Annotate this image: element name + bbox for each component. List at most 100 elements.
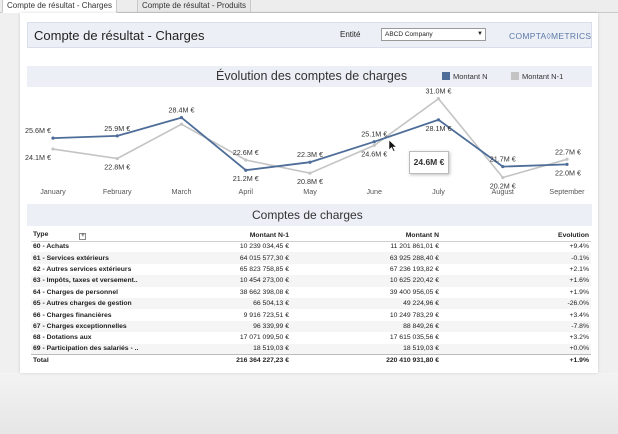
- cell-type: 62 - Autres services extérieurs: [33, 265, 132, 273]
- cell-montant-n-1: 96 339,99 €: [171, 320, 291, 333]
- mouse-pointer-icon: [389, 140, 397, 152]
- column-header-montant-n[interactable]: Montant N: [291, 230, 441, 242]
- column-header-type-label: Type: [33, 230, 49, 238]
- table-row[interactable]: 64 - Charges de personnel 38 662 398,08 €…: [31, 287, 591, 298]
- x-tick-label: January: [40, 187, 66, 196]
- column-header-evolution[interactable]: Evolution: [441, 230, 591, 242]
- cell-montant-n: 10 249 783,29 €: [389, 311, 439, 319]
- data-point[interactable]: [308, 160, 312, 164]
- table-total-row[interactable]: Total 216 364 227,23 €220 410 931,80 € +1.…: [31, 354, 591, 367]
- cell-montant-n-1: 17 071 099,50 €: [239, 334, 289, 342]
- cell-montant-n-1: 18 519,03 €: [171, 343, 291, 355]
- x-tick-label: July: [432, 187, 445, 196]
- table-row[interactable]: 61 - Services extérieurs 64 015 577,30 €6…: [31, 252, 591, 264]
- x-tick-label: September: [549, 187, 585, 196]
- table-header-row: Type + Montant N-1 Montant N Evolution: [31, 230, 591, 242]
- data-point[interactable]: [501, 164, 505, 169]
- cell-montant-n-1: 66 504,13 €: [171, 297, 291, 310]
- data-label: 22.3M €: [297, 150, 323, 159]
- table-row[interactable]: 62 - Autres services extérieurs 65 823 75…: [31, 264, 591, 275]
- column-header-type[interactable]: Type +: [31, 230, 171, 242]
- data-label: 31.0M €: [426, 87, 452, 96]
- dashboard: Compte de résultat - Charges Entité ABCD…: [20, 13, 598, 373]
- data-point[interactable]: [372, 143, 376, 147]
- cell-type: 68 - Dotations aux: [33, 334, 92, 342]
- data-point[interactable]: [115, 156, 119, 161]
- data-point[interactable]: [436, 97, 441, 101]
- x-tick-label: August: [492, 187, 514, 196]
- table-row[interactable]: 65 - Autres charges de gestion 66 504,13 …: [31, 297, 591, 310]
- cell-montant-n-1: 9 916 723,51 €: [243, 311, 289, 319]
- data-label: 25.9M €: [104, 124, 130, 133]
- cell-type: 64 - Charges de personnel: [33, 288, 118, 296]
- cell-evolution: -0.1%: [441, 252, 591, 264]
- tab-produits[interactable]: Compte de résultat - Produits: [137, 0, 252, 13]
- table-row[interactable]: 67 - Charges exceptionnelles 96 339,99 €8…: [31, 320, 591, 333]
- table-row[interactable]: 60 - Achats 10 239 034,45 € 11 201 861,01 …: [31, 241, 591, 252]
- expand-icon[interactable]: +: [79, 232, 87, 240]
- data-point[interactable]: [244, 158, 248, 162]
- cell-montant-n-1: 38 662 398,08 €: [239, 288, 289, 296]
- data-point[interactable]: [51, 147, 55, 151]
- data-point[interactable]: [436, 118, 441, 122]
- cell-evolution: +1.9%: [569, 288, 589, 296]
- data-label: 22.0M €: [555, 168, 581, 177]
- table-header: Comptes de charges: [27, 204, 592, 226]
- cell-evolution: +3.2%: [569, 334, 589, 342]
- cell-montant-n-1: 65 823 758,85 €: [239, 265, 289, 273]
- cell-montant-n: 11 201 861,01 €: [390, 243, 439, 251]
- table-row[interactable]: 63 - Impôts, taxes et versement.. 10 454 …: [31, 275, 591, 287]
- x-tick-label: February: [103, 187, 132, 196]
- data-label: 28.4M €: [169, 106, 195, 115]
- background-fade: [0, 373, 618, 434]
- data-point[interactable]: [51, 136, 55, 140]
- data-label: 25.6M €: [25, 126, 51, 135]
- cell-type: 60 - Achats: [33, 243, 70, 251]
- tab-bar: Compte de résultat - Charges Compte de r…: [0, 0, 618, 13]
- line-chart: 25.6M € 25.9M € 28.4M € 21.2M € 22.3M € 25.1M…: [25, 87, 585, 196]
- accounts-table: Type + Montant N-1 Montant N Evolution 60…: [31, 230, 591, 367]
- data-point[interactable]: [565, 162, 569, 166]
- cell-montant-n-1: 10 239 034,45 €: [239, 243, 289, 251]
- table-row[interactable]: 66 - Charges financières 9 916 723,51 € 10…: [31, 309, 591, 320]
- column-header-montant-n-1[interactable]: Montant N-1: [171, 230, 291, 242]
- cell-montant-n-1: 10 454 273,00 €: [171, 275, 291, 287]
- cell-evolution: +1.9%: [441, 354, 591, 367]
- table-row[interactable]: 68 - Dotations aux 17 071 099,50 € 17 615 …: [31, 332, 591, 343]
- data-label: 24.6M €: [361, 149, 387, 158]
- cell-type: 61 - Services extérieurs: [31, 252, 171, 264]
- data-label: 25.1M €: [361, 130, 387, 139]
- data-point[interactable]: [244, 168, 248, 172]
- cell-montant-n: 67 236 193,82 €: [389, 265, 439, 273]
- data-point[interactable]: [179, 116, 184, 120]
- x-tick-label: May: [303, 187, 317, 196]
- data-label: 22.8M €: [104, 163, 130, 172]
- cell-evolution: +0.0%: [441, 343, 591, 355]
- chart-tooltip: 24.6M €: [409, 151, 449, 174]
- data-point[interactable]: [179, 122, 184, 126]
- data-point[interactable]: [308, 171, 312, 175]
- data-label: 22.6M €: [233, 148, 259, 157]
- cell-montant-n: 39 400 956,05 €: [389, 288, 439, 296]
- data-point[interactable]: [372, 140, 376, 144]
- cell-montant-n: 10 625 220,42 €: [291, 275, 441, 287]
- cell-montant-n: 17 615 035,56 €: [389, 334, 439, 342]
- data-label: 21.7M €: [490, 155, 516, 164]
- cell-type: 69 - Participation des salariés - ..: [31, 343, 171, 355]
- x-tick-label: April: [239, 187, 254, 196]
- cell-type: Total: [31, 354, 171, 367]
- data-label: 20.8M €: [297, 177, 323, 186]
- data-point[interactable]: [115, 134, 119, 138]
- cell-montant-n: 63 925 288,40 €: [291, 252, 441, 264]
- tab-charges[interactable]: Compte de résultat - Charges: [2, 0, 117, 13]
- x-tick-label: March: [172, 187, 192, 196]
- table-row[interactable]: 69 - Participation des salariés - .. 18 5…: [31, 343, 591, 355]
- data-point[interactable]: [565, 157, 569, 161]
- cell-type: 66 - Charges financières: [33, 311, 112, 319]
- data-label: 22.7M €: [555, 147, 581, 156]
- data-label: 24.1M €: [25, 153, 51, 162]
- cell-montant-n: 220 410 931,80 €: [291, 354, 441, 367]
- cell-evolution: -7.8%: [441, 320, 591, 333]
- cell-montant-n-1: 216 364 227,23 €: [171, 354, 291, 367]
- data-point[interactable]: [501, 175, 505, 180]
